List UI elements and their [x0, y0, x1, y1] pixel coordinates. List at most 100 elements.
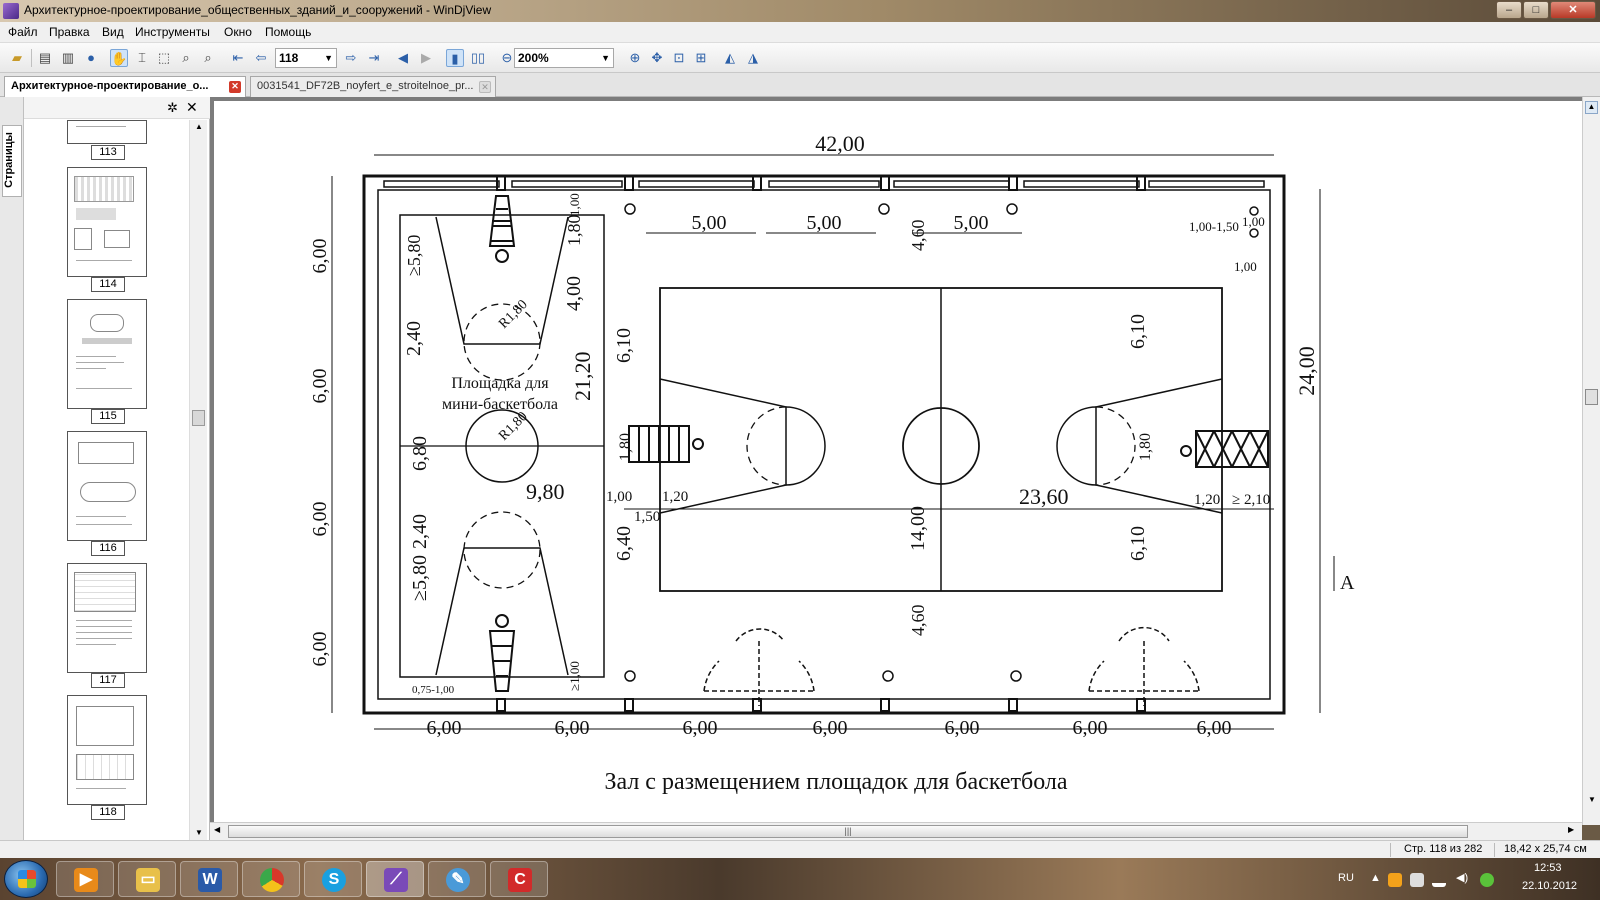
dimension-lines: [331, 154, 1335, 730]
close-button[interactable]: ✕: [1550, 1, 1596, 19]
tray-security-icon[interactable]: [1480, 873, 1494, 887]
select-text-icon[interactable]: ⌶: [133, 49, 151, 67]
scroll-right-icon[interactable]: ▶: [1568, 825, 1574, 834]
fit-page-icon[interactable]: ✥: [648, 49, 666, 67]
document-view[interactable]: 42,00 5,00 5,00 5,00 6,00 6,00 6,00 6,00 6,00 6,0…: [210, 97, 1582, 822]
taskbar-explorer[interactable]: ▭: [118, 861, 176, 897]
dimension-label: 1,00-1,50: [1189, 219, 1239, 234]
taskbar-media-player[interactable]: ▶: [56, 861, 114, 897]
dimension-label: 1,20: [1194, 492, 1220, 508]
page-thumbnail[interactable]: [67, 563, 147, 673]
scroll-down-icon[interactable]: ▼: [1588, 795, 1596, 804]
minimize-button[interactable]: –: [1496, 1, 1522, 19]
save-icon[interactable]: ▥: [59, 49, 77, 67]
network-icon[interactable]: [1432, 873, 1446, 887]
page-thumbnail[interactable]: [67, 299, 147, 409]
rotate-right-icon[interactable]: ◮: [744, 49, 762, 67]
clock-time[interactable]: 12:53: [1534, 862, 1562, 874]
scroll-left-icon[interactable]: ◀: [214, 825, 220, 834]
dimension-label: 4,60: [908, 220, 928, 252]
thumbnails-scrollbar[interactable]: ▲ ▼: [189, 120, 207, 840]
taskbar-paint[interactable]: ✎: [428, 861, 486, 897]
select-rect-icon[interactable]: ⬚: [155, 49, 173, 67]
dimension-label: 2,40: [409, 514, 431, 549]
show-hidden-icons-icon[interactable]: ▲: [1370, 872, 1381, 884]
taskbar-windjview[interactable]: ⟋: [366, 861, 424, 897]
scroll-thumb[interactable]: [1585, 389, 1598, 405]
gear-icon[interactable]: ✲: [167, 100, 178, 116]
print-icon[interactable]: ▤: [36, 49, 54, 67]
language-indicator[interactable]: RU: [1338, 872, 1354, 884]
drawing-caption: Зал с размещением площадок для баскетбол…: [604, 769, 1067, 795]
page-status: Стр. 118 из 282: [1404, 843, 1483, 855]
taskbar: ▶ ▭ W S ⟋ ✎ C RU ▲ ◀) 12:53 22.10.2012: [0, 858, 1600, 900]
menu-window[interactable]: Окно: [224, 25, 252, 39]
taskbar-chrome[interactable]: [242, 861, 300, 897]
close-icon[interactable]: ✕: [186, 99, 198, 116]
tray-app-icon[interactable]: [1388, 873, 1402, 887]
find-icon[interactable]: ⌕: [199, 49, 217, 67]
back-icon[interactable]: ◀: [394, 49, 412, 67]
horizontal-scrollbar[interactable]: ◀ ||| ▶: [210, 822, 1582, 840]
tray-device-icon[interactable]: [1410, 873, 1424, 887]
scroll-up-icon[interactable]: ▲: [1585, 101, 1598, 114]
fit-width-icon[interactable]: ⊡: [670, 49, 688, 67]
mini-court-bottom-hoop: [488, 614, 516, 692]
menu-view[interactable]: Вид: [102, 25, 124, 39]
dimension-label: ≥5,80: [404, 235, 424, 276]
facing-pages-icon[interactable]: ▯▯: [469, 49, 487, 67]
first-page-icon[interactable]: ⇤: [229, 49, 247, 67]
taskbar-skype[interactable]: S: [304, 861, 362, 897]
scroll-down-icon[interactable]: ▼: [195, 828, 203, 837]
tab-document-1[interactable]: Архитектурное-проектирование_о... ✕: [4, 76, 246, 97]
menu-edit[interactable]: Правка: [49, 25, 90, 39]
windjview-app-icon: [3, 3, 19, 19]
dimension-label: 1,80: [617, 433, 634, 461]
menu-help[interactable]: Помощь: [265, 25, 311, 39]
forward-icon[interactable]: ▶: [417, 49, 435, 67]
left-span-label: 6,00: [309, 239, 331, 274]
tab-bar: Архитектурное-проектирование_о... ✕ 0031…: [0, 73, 1600, 97]
close-tab-icon[interactable]: ✕: [479, 81, 491, 93]
scroll-thumb[interactable]: [192, 410, 205, 426]
dimension-label: 6,10: [613, 328, 635, 363]
menu-file[interactable]: Файл: [8, 25, 38, 39]
taskbar-converter[interactable]: C: [490, 861, 548, 897]
zoom-combo[interactable]: 200% ▼: [514, 48, 614, 68]
page-number-combo[interactable]: 118 ▼: [275, 48, 337, 68]
main-court-right-hoop: [1180, 430, 1269, 468]
court-label: Площадка для: [451, 375, 549, 392]
last-page-icon[interactable]: ⇥: [365, 49, 383, 67]
next-page-icon[interactable]: ⇨: [342, 49, 360, 67]
page-thumbnail[interactable]: [67, 431, 147, 541]
actual-size-icon[interactable]: ⊞: [692, 49, 710, 67]
start-button[interactable]: [4, 860, 48, 898]
panel-header: ✲ ✕: [24, 97, 210, 119]
info-icon[interactable]: ●: [82, 49, 100, 67]
close-tab-icon[interactable]: ✕: [229, 81, 241, 93]
dimension-label: 6,80: [409, 436, 431, 471]
mini-court-bottom-circle: [463, 511, 541, 589]
page-thumbnail[interactable]: [67, 167, 147, 277]
scroll-thumb[interactable]: |||: [228, 825, 1468, 838]
clock-date[interactable]: 22.10.2012: [1522, 880, 1577, 892]
taskbar-word[interactable]: W: [180, 861, 238, 897]
page-thumbnail[interactable]: [67, 695, 147, 805]
prev-page-icon[interactable]: ⇦: [252, 49, 270, 67]
menu-tools[interactable]: Инструменты: [135, 25, 210, 39]
tab-document-2[interactable]: 0031541_DF72B_noyfert_e_stroitelnoe_pr..…: [250, 76, 496, 97]
zoom-in-icon[interactable]: ⊕: [626, 49, 644, 67]
zoom-rect-icon[interactable]: ⌕: [177, 49, 195, 67]
document-page: 42,00 5,00 5,00 5,00 6,00 6,00 6,00 6,00 6,00 6,0…: [214, 101, 1582, 822]
tab-pages[interactable]: Страницы: [2, 125, 22, 197]
hand-icon[interactable]: ✋: [110, 49, 128, 67]
single-page-icon[interactable]: ▮: [446, 49, 464, 67]
open-icon[interactable]: ▰: [8, 49, 26, 67]
top-span-label: 5,00: [954, 212, 989, 234]
rotate-left-icon[interactable]: ◭: [721, 49, 739, 67]
vertical-scrollbar[interactable]: ▲ ▼: [1582, 97, 1600, 825]
volume-icon[interactable]: ◀): [1456, 871, 1468, 884]
scroll-up-icon[interactable]: ▲: [195, 122, 203, 131]
page-thumbnail[interactable]: [67, 120, 147, 144]
maximize-button[interactable]: □: [1523, 1, 1549, 19]
